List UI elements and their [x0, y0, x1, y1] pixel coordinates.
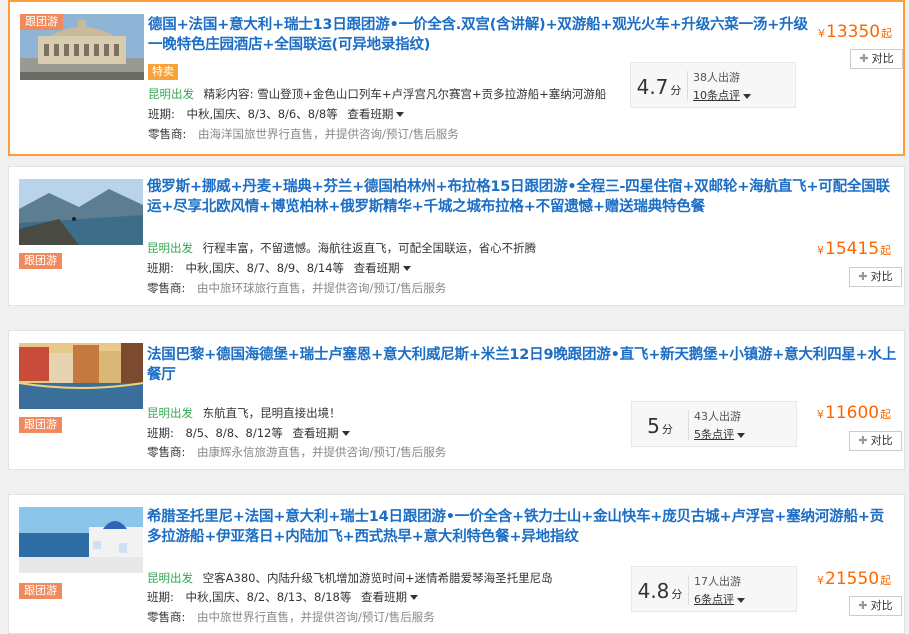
- compare-button[interactable]: ✚ 对比: [849, 267, 902, 287]
- rating-score: 4.7 分: [636, 75, 682, 99]
- sale-badge: 特卖: [148, 64, 178, 80]
- price-value: 21550: [825, 569, 880, 589]
- retailer-label: 零售商:: [147, 610, 186, 624]
- plus-icon: ✚: [858, 599, 868, 612]
- price-value: 15415: [825, 239, 880, 259]
- plus-icon: ✚: [858, 270, 868, 283]
- retailer-row: 零售商: 由中旅环球旅行直售，并提供咨询/预订/售后服务: [147, 280, 446, 296]
- traveler-count: 38人出游: [693, 71, 740, 84]
- price-value: 11600: [825, 403, 880, 423]
- tour-type-tag: 跟团游: [19, 253, 62, 269]
- tour-card-3[interactable]: 跟团游 法国巴黎+德国海德堡+瑞士卢塞恩+意大利威尼斯+米兰12日9晚跟团游•直…: [8, 330, 905, 470]
- price: ¥13350起: [818, 22, 892, 42]
- currency-symbol: ¥: [817, 408, 824, 421]
- view-schedule-link[interactable]: 查看班期: [354, 261, 411, 275]
- tour-title[interactable]: 希腊圣托里尼+法国+意大利+瑞士14日跟团游•一价全含+铁力士山+金山快车+庞贝…: [147, 507, 897, 547]
- schedule-row: 班期: 中秋,国庆、8/3、8/6、8/8等 查看班期: [148, 106, 404, 122]
- price-suffix: 起: [880, 408, 892, 421]
- view-schedule-link[interactable]: 查看班期: [347, 107, 404, 121]
- schedule-label: 班期:: [147, 261, 174, 275]
- schedule-dates: 8/5、8/8、8/12等: [185, 426, 283, 440]
- tour-title[interactable]: 俄罗斯+挪威+丹麦+瑞典+芬兰+德国柏林州+布拉格15日跟团游•全程三-四星住宿…: [147, 177, 897, 217]
- tour-title[interactable]: 法国巴黎+德国海德堡+瑞士卢塞恩+意大利威尼斯+米兰12日9晚跟团游•直飞+新天…: [147, 345, 907, 385]
- retailer-label: 零售商:: [147, 445, 186, 459]
- review-count-link[interactable]: 6条点评: [694, 591, 745, 607]
- schedule-dates: 中秋,国庆、8/7、8/9、8/14等: [185, 261, 345, 275]
- schedule-label: 班期:: [147, 426, 174, 440]
- currency-symbol: ¥: [818, 27, 825, 40]
- feature-row: 昆明出发 东航直飞，昆明直接出境！: [147, 405, 341, 421]
- review-count-link[interactable]: 5条点评: [694, 426, 745, 442]
- compare-button[interactable]: ✚ 对比: [849, 431, 902, 451]
- tour-thumbnail[interactable]: [19, 179, 143, 245]
- view-schedule-link[interactable]: 查看班期: [361, 590, 418, 604]
- retailer-row: 零售商: 由海洋国旅世界行直售，并提供咨询/预订/售后服务: [148, 126, 459, 142]
- retailer-service: 直售，并提供咨询/预订/售后服务: [266, 610, 435, 624]
- tour-thumbnail[interactable]: [19, 507, 143, 573]
- retailer-label: 零售商:: [147, 281, 186, 295]
- review-count-link[interactable]: 10条点评: [693, 87, 751, 103]
- rating-box: 4.8 分 17人出游 6条点评: [631, 566, 797, 612]
- feature-row: 昆明出发 精彩内容: 雪山登顶+金色山口列车+卢浮宫凡尔赛宫+贡多拉游船+塞纳河…: [148, 86, 606, 102]
- retailer-name[interactable]: 由中旅世界行: [197, 610, 266, 624]
- price-value: 13350: [826, 22, 881, 42]
- currency-symbol: ¥: [817, 244, 824, 257]
- schedule-row: 班期: 中秋,国庆、8/7、8/9、8/14等 查看班期: [147, 260, 411, 276]
- rating-score: 5分: [647, 414, 673, 438]
- retailer-service: 直售，并提供咨询/预订/售后服务: [277, 445, 447, 459]
- tour-card-1[interactable]: 跟团游 德国+法国+意大利+瑞士13日跟团游•一价全含.双宫(含讲解)+双游船+…: [8, 0, 905, 156]
- tour-type-tag: 跟团游: [19, 417, 62, 433]
- departure-label: 昆明出发: [148, 87, 194, 101]
- feature-text: 雪山登顶+金色山口列车+卢浮宫凡尔赛宫+贡多拉游船+塞纳河游船: [257, 87, 607, 101]
- price: ¥21550起: [817, 569, 891, 589]
- feature-text: 东航直飞，昆明直接出境！: [202, 406, 341, 420]
- feature-text: 空客A380、内陆升级飞机增加游览时间+迷情希腊爱琴海圣托里尼岛: [202, 571, 553, 585]
- schedule-dates: 中秋,国庆、8/2、8/13、8/18等: [185, 590, 352, 604]
- schedule-label: 班期:: [148, 107, 175, 121]
- tour-type-tag: 跟团游: [20, 14, 63, 30]
- feature-row: 昆明出发 行程丰富，不留遗憾。海航往返直飞，可配全国联运，省心不折腾: [147, 240, 536, 256]
- tour-card-4[interactable]: 跟团游 希腊圣托里尼+法国+意大利+瑞士14日跟团游•一价全含+铁力士山+金山快…: [8, 494, 905, 634]
- price: ¥15415起: [817, 239, 891, 259]
- retailer-row: 零售商: 由中旅世界行直售，并提供咨询/预订/售后服务: [147, 609, 435, 625]
- departure-label: 昆明出发: [147, 241, 193, 255]
- currency-symbol: ¥: [817, 574, 824, 587]
- price-suffix: 起: [880, 574, 892, 587]
- plus-icon: ✚: [859, 52, 869, 65]
- tour-thumbnail[interactable]: [19, 343, 143, 409]
- rating-box: 5分 43人出游 5条点评: [631, 401, 797, 447]
- retailer-name[interactable]: 由海洋国旅世界行: [198, 127, 290, 141]
- feature-text: 行程丰富，不留遗憾。海航往返直飞，可配全国联运，省心不折腾: [202, 241, 537, 255]
- schedule-dates: 中秋,国庆、8/3、8/6、8/8等: [186, 107, 338, 121]
- retailer-label: 零售商:: [148, 127, 187, 141]
- departure-label: 昆明出发: [147, 406, 193, 420]
- rating-score: 4.8 分: [637, 579, 683, 603]
- price-suffix: 起: [881, 27, 893, 40]
- price: ¥11600起: [817, 403, 891, 423]
- traveler-count: 17人出游: [694, 575, 741, 588]
- feature-row: 昆明出发 空客A380、内陆升级飞机增加游览时间+迷情希腊爱琴海圣托里尼岛: [147, 570, 553, 586]
- tour-card-2[interactable]: 跟团游 俄罗斯+挪威+丹麦+瑞典+芬兰+德国柏林州+布拉格15日跟团游•全程三-…: [8, 166, 905, 306]
- rating-box: 4.7 分 38人出游 10条点评: [630, 62, 796, 108]
- schedule-row: 班期: 中秋,国庆、8/2、8/13、8/18等 查看班期: [147, 589, 418, 605]
- compare-button[interactable]: ✚ 对比: [849, 596, 902, 616]
- schedule-label: 班期:: [147, 590, 174, 604]
- retailer-service: 直售，并提供咨询/预订/售后服务: [277, 281, 447, 295]
- traveler-count: 43人出游: [694, 410, 741, 423]
- price-suffix: 起: [880, 244, 892, 257]
- retailer-row: 零售商: 由康辉永信旅游直售，并提供咨询/预订/售后服务: [147, 444, 446, 460]
- schedule-row: 班期: 8/5、8/8、8/12等 查看班期: [147, 425, 350, 441]
- retailer-name[interactable]: 由康辉永信旅游: [197, 445, 278, 459]
- feature-prefix: 精彩内容:: [203, 87, 254, 101]
- retailer-service: 直售，并提供咨询/预订/售后服务: [290, 127, 459, 141]
- tour-type-tag: 跟团游: [19, 583, 62, 599]
- retailer-name[interactable]: 由中旅环球旅行: [197, 281, 278, 295]
- view-schedule-link[interactable]: 查看班期: [293, 426, 350, 440]
- plus-icon: ✚: [858, 434, 868, 447]
- compare-button[interactable]: ✚ 对比: [850, 49, 903, 69]
- departure-label: 昆明出发: [147, 571, 193, 585]
- tour-title[interactable]: 德国+法国+意大利+瑞士13日跟团游•一价全含.双宫(含讲解)+双游船+观光火车…: [148, 15, 808, 55]
